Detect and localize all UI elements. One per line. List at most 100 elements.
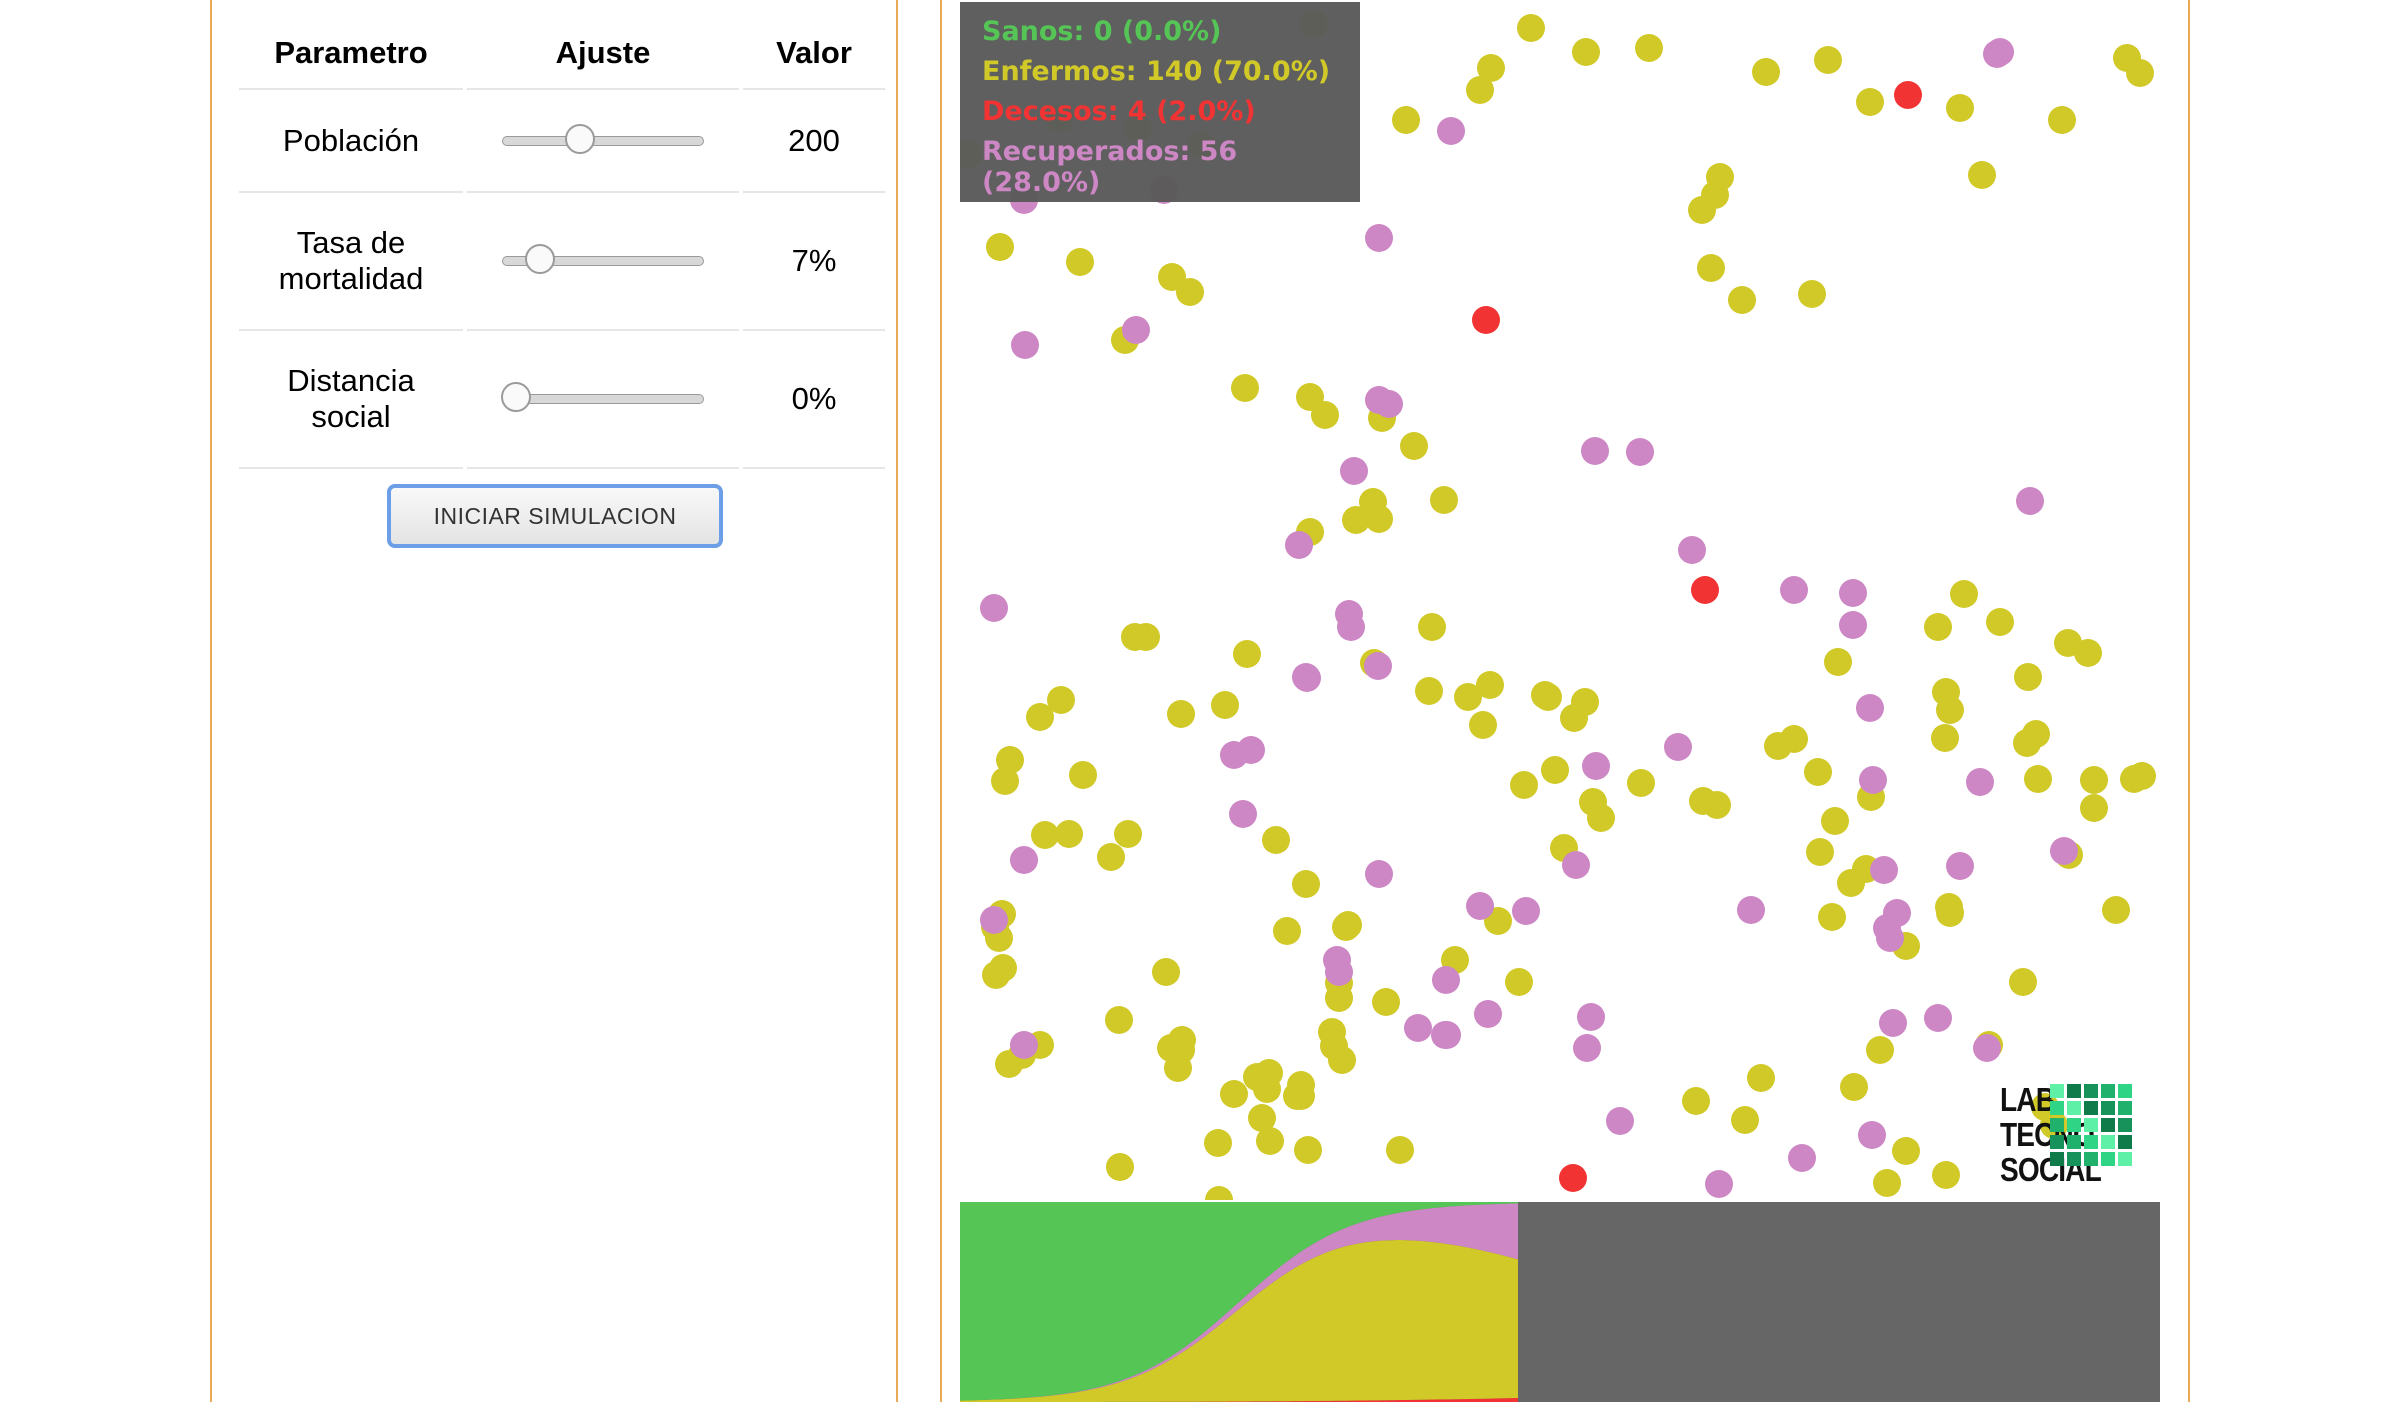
sick-particle xyxy=(1114,820,1142,848)
sick-particle xyxy=(1780,725,1808,753)
recovered-particle xyxy=(1986,38,2014,66)
sick-particle xyxy=(986,233,1014,261)
sick-particle xyxy=(2080,766,2108,794)
logo-grid-cell xyxy=(2101,1118,2115,1132)
label-distancia-social: Distancia social xyxy=(239,331,463,469)
slider-poblacion[interactable] xyxy=(502,123,704,154)
sick-particle xyxy=(1818,903,1846,931)
value-poblacion: 200 xyxy=(743,90,885,193)
sick-particle xyxy=(1697,254,1725,282)
recovered-particle xyxy=(1626,438,1654,466)
recovered-particle xyxy=(1437,117,1465,145)
sick-particle xyxy=(1821,807,1849,835)
slider-thumb[interactable] xyxy=(501,382,531,412)
lab-tecno-social-logo: LAB TECNO SOCIAL xyxy=(2000,1082,2160,1187)
sick-particle xyxy=(2080,794,2108,822)
sick-particle xyxy=(2128,762,2156,790)
logo-grid-cell xyxy=(2084,1152,2098,1166)
start-simulation-button[interactable]: INICIAR SIMULACION xyxy=(387,484,723,548)
logo-grid-cell xyxy=(2050,1135,2064,1149)
deceased-particle xyxy=(1472,306,1500,334)
sick-particle xyxy=(1231,374,1259,402)
sick-particle xyxy=(1152,958,1180,986)
recovered-particle xyxy=(1859,766,1887,794)
sick-particle xyxy=(1932,1161,1960,1189)
value-distancia-social: 0% xyxy=(743,331,885,469)
sick-particle xyxy=(1243,1063,1271,1091)
sick-particle xyxy=(1204,1129,1232,1157)
slider-tasa-mortalidad[interactable] xyxy=(502,244,704,274)
logo-grid-cell xyxy=(2084,1084,2098,1098)
sick-particle xyxy=(1534,683,1562,711)
sick-particle xyxy=(1430,486,1458,514)
sick-particle xyxy=(2048,106,2076,134)
sick-particle xyxy=(1164,1054,1192,1082)
sick-particle xyxy=(1703,791,1731,819)
recovered-particle xyxy=(1325,958,1353,986)
sick-particle xyxy=(2054,629,2082,657)
sick-particle xyxy=(1936,696,1964,724)
recovered-particle xyxy=(1474,1000,1502,1028)
sick-particle xyxy=(1798,280,1826,308)
sick-particle xyxy=(1055,820,1083,848)
sick-particle xyxy=(1220,1080,1248,1108)
recovered-particle xyxy=(1946,852,1974,880)
sick-particle xyxy=(1328,1046,1356,1074)
header-valor: Valor xyxy=(743,18,885,90)
slider-distancia-social[interactable] xyxy=(501,382,704,412)
logo-grid-cell xyxy=(2118,1135,2132,1149)
slider-thumb[interactable] xyxy=(525,244,556,274)
recovered-particle xyxy=(1856,694,1884,722)
row-distancia-social: Distancia social 0% xyxy=(239,331,885,469)
recovered-particle xyxy=(2050,837,2078,865)
sick-particle xyxy=(1469,711,1497,739)
recovered-particle xyxy=(980,594,1008,622)
sick-particle xyxy=(1924,613,1952,641)
sick-particle xyxy=(1968,161,1996,189)
label-poblacion: Población xyxy=(239,90,463,193)
sick-particle xyxy=(1572,38,1600,66)
recovered-particle xyxy=(2016,487,2044,515)
slider-thumb[interactable] xyxy=(564,123,595,154)
logo-grid-cell xyxy=(2050,1084,2064,1098)
deceased-particle xyxy=(1559,1164,1587,1192)
recovered-particle xyxy=(1404,1014,1432,1042)
recovered-particle xyxy=(1839,579,1867,607)
recovered-particle xyxy=(1466,892,1494,920)
sick-particle xyxy=(1415,677,1443,705)
logo-grid-cell xyxy=(2101,1135,2115,1149)
sick-particle xyxy=(1824,648,1852,676)
logo-grid-cell xyxy=(2084,1135,2098,1149)
sick-particle xyxy=(1840,1073,1868,1101)
recovered-particle xyxy=(1365,224,1393,252)
logo-grid-cell xyxy=(2067,1152,2081,1166)
sick-particle xyxy=(1311,401,1339,429)
sick-particle xyxy=(1294,1136,1322,1164)
sick-particle xyxy=(1856,88,1884,116)
sick-particle xyxy=(1635,34,1663,62)
sick-particle xyxy=(1386,1136,1414,1164)
sick-particle xyxy=(1292,870,1320,898)
legend-sick: Enfermos: 140 (70.0%) xyxy=(982,56,1331,87)
sick-particle xyxy=(1066,248,1094,276)
logo-grid-cell xyxy=(2050,1118,2064,1132)
sick-particle xyxy=(1287,1071,1315,1099)
sick-particle xyxy=(1866,1036,1894,1064)
logo-grid-cell xyxy=(2101,1101,2115,1115)
sick-particle xyxy=(1418,613,1446,641)
recovered-particle xyxy=(1973,1034,2001,1062)
sick-particle xyxy=(1627,769,1655,797)
header-parametro: Parametro xyxy=(239,18,463,90)
recovered-particle xyxy=(1512,897,1540,925)
sick-particle xyxy=(2014,663,2042,691)
sick-particle xyxy=(1365,505,1393,533)
label-tasa-mortalidad: Tasa de mortalidad xyxy=(239,193,463,331)
sick-particle xyxy=(1332,913,1360,941)
sick-particle xyxy=(1031,821,1059,849)
logo-grid-cell xyxy=(2118,1118,2132,1132)
stats-legend: Sanos: 0 (0.0%) Enfermos: 140 (70.0%) De… xyxy=(960,2,1360,202)
sick-particle xyxy=(1541,756,1569,784)
sick-particle xyxy=(1560,704,1588,732)
recovered-particle xyxy=(1858,1121,1886,1149)
sick-particle xyxy=(1205,1186,1233,1200)
